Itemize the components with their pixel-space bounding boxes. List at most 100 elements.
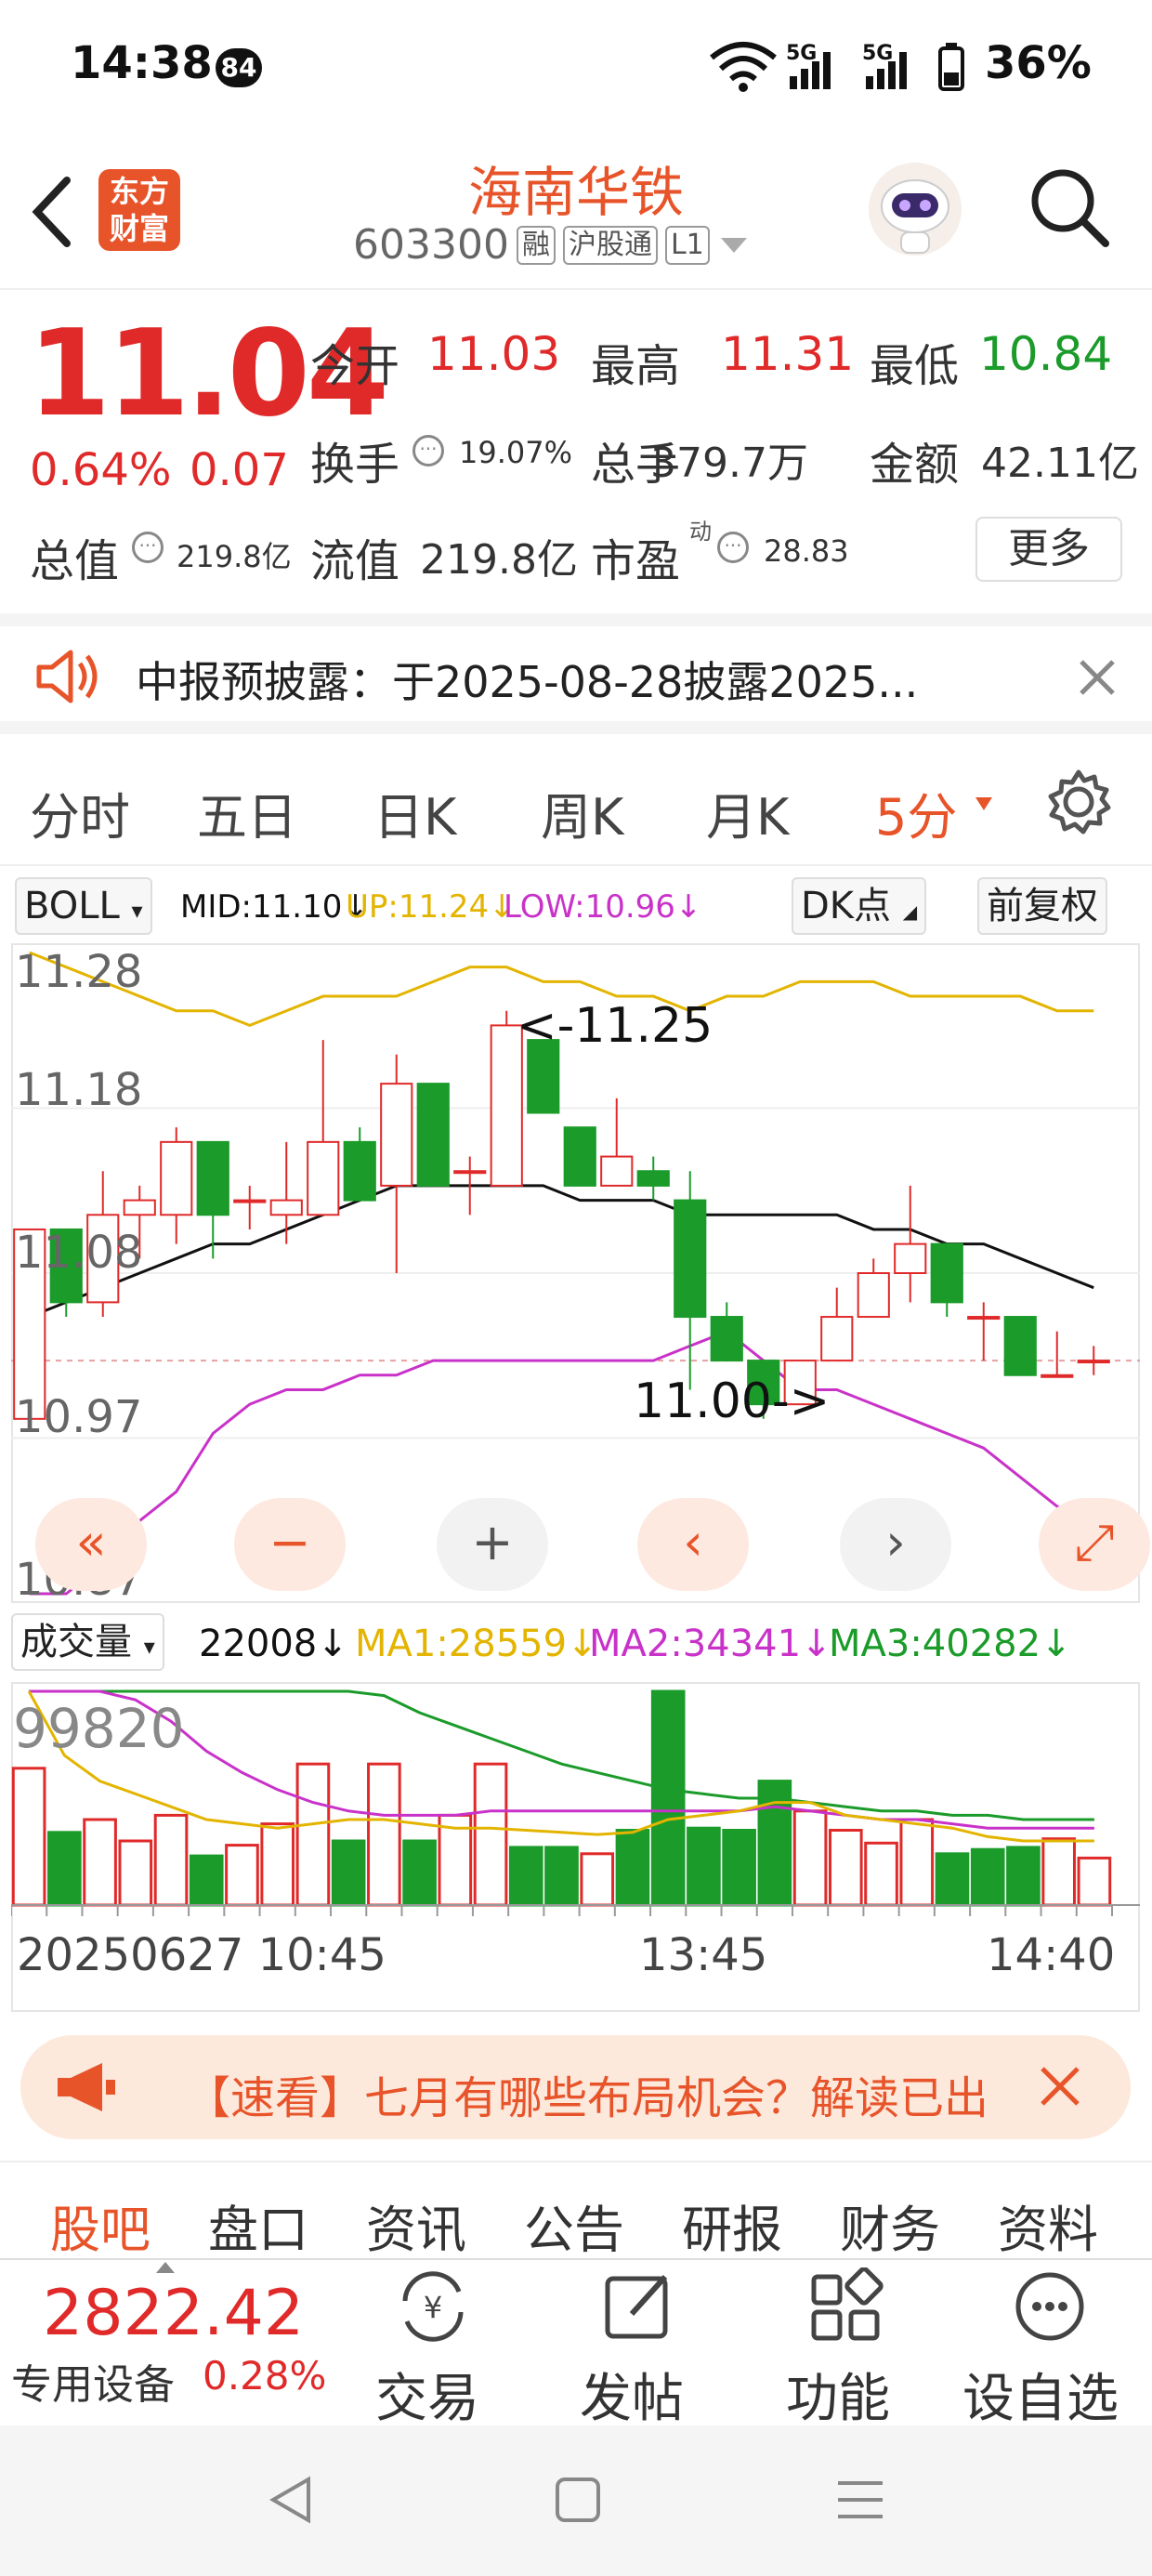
tab-intraday[interactable]: 分时 [30,776,130,849]
tab-forum[interactable]: 股吧 [50,2188,151,2262]
volume-ma3: MA3:40282↓ [829,1623,1072,1665]
close-icon[interactable] [1076,656,1119,699]
volume-bar [473,1762,508,1907]
scroll-left-fast-button[interactable]: « [35,1498,147,1591]
volume-bar [47,1831,82,1907]
y-tick-label: 11.08 [15,1227,143,1279]
indicator-select[interactable]: BOLL ▾ [15,877,152,935]
volume-bar [1041,1837,1076,1907]
candle-body [416,1083,450,1187]
stock-code-row[interactable]: 603300 融 沪股通 L1 [353,221,751,269]
more-button[interactable]: 更多 [975,517,1122,582]
volume-bar [295,1762,331,1907]
action-add-watchlist[interactable]: 设自选 [962,2357,1119,2432]
info-icon[interactable]: ··· [717,532,749,563]
adjust-button[interactable]: 前复权 [977,877,1107,935]
volume-bar [1006,1846,1041,1907]
tab-5min[interactable]: 5分 [875,776,957,849]
volume-bar [935,1852,970,1907]
tab-weekly-k[interactable]: 周K [541,776,623,849]
candle-body [967,1316,1001,1321]
volume-bar [189,1854,224,1907]
candle-body [1077,1360,1110,1364]
candle-body [857,1272,890,1319]
tab-finance[interactable]: 财务 [840,2188,940,2262]
volume-bar [402,1839,437,1907]
tab-news[interactable]: 资讯 [366,2188,466,2262]
tab-research[interactable]: 研报 [682,2188,782,2262]
more-options-icon[interactable] [1011,2267,1089,2346]
volume-bar [260,1822,295,1907]
status-time: 14:38 [71,37,213,89]
candle-body [820,1316,854,1362]
volume-ma1-line [27,1690,1094,1843]
nav-back-icon[interactable] [264,2472,320,2528]
gear-icon[interactable] [1044,768,1113,836]
action-post[interactable]: 发帖 [580,2357,684,2432]
post-icon[interactable] [600,2267,678,2346]
candle-body [453,1170,487,1175]
scroll-right-button[interactable]: › [840,1498,951,1591]
low-annotation: 11.00-> [634,1373,831,1429]
functions-icon[interactable] [806,2267,884,2346]
action-trade[interactable]: 交易 [375,2357,479,2432]
search-icon[interactable] [1026,164,1115,253]
high-label: 最高 [591,340,681,392]
notice-text[interactable]: 中报预披露：于2025-08-28披露2025... [136,649,918,710]
stock-code: 603300 [353,221,509,269]
candle [196,1140,229,1259]
margin-tag: 融 [516,225,556,265]
trade-icon[interactable]: ¥ [394,2267,472,2346]
change-abs: 0.07 [190,444,289,496]
time-start-label: 20250627 10:45 [17,1929,386,1981]
candle [967,1302,1001,1361]
tab-five-day[interactable]: 五日 [197,776,297,849]
back-arrow-icon[interactable] [26,175,82,249]
mcap-label: 总值 [30,535,120,587]
candle-body [269,1199,303,1216]
action-functions[interactable]: 功能 [786,2357,890,2432]
dropdown-caret-icon [975,797,992,810]
volume-ma2: MA2:34341↓ [589,1623,832,1665]
candle-body [563,1126,596,1187]
candle [160,1127,193,1244]
corner-triangle-icon: ◢ [902,900,918,923]
tab-announcements[interactable]: 公告 [524,2188,624,2262]
tab-daily-k[interactable]: 日K [373,776,456,849]
open-value: 11.03 [427,327,561,381]
volume-bar [828,1829,863,1907]
nav-home-icon[interactable] [550,2472,606,2528]
info-icon[interactable]: ··· [412,435,444,467]
volume-ma2-line [29,1689,1094,1830]
y-tick-label: 11.18 [15,1064,143,1116]
indicator-name: BOLL [24,885,120,927]
zoom-out-button[interactable]: − [234,1498,346,1591]
volume-max-label: 99820 [13,1697,185,1760]
volume-bar [1077,1856,1112,1907]
volume-indicator-select[interactable]: 成交量 ▾ [11,1613,164,1671]
nav-menu-icon[interactable] [832,2472,888,2528]
tab-monthly-k[interactable]: 月K [706,776,789,849]
candle-body [600,1155,634,1187]
tab-profile[interactable]: 资料 [998,2188,1098,2262]
volume-label: 成交量 [20,1621,132,1663]
close-icon[interactable] [1037,2063,1083,2109]
info-icon[interactable]: ··· [132,532,164,563]
fullscreen-button[interactable]: ⤢ [1039,1498,1150,1591]
y-tick-label: 11.28 [15,946,143,998]
robot-assistant-icon[interactable] [864,158,966,260]
dk-button[interactable]: DK点 ◢ [792,877,927,935]
candle-body [894,1242,927,1274]
volume-bar [225,1844,259,1907]
index-value[interactable]: 2822.42 [43,2277,304,2350]
volume-bar [544,1846,579,1907]
caret-up-icon [156,2262,175,2273]
time-mid-label: 13:45 [639,1929,768,1981]
scroll-left-button[interactable]: ‹ [637,1498,749,1591]
candle-body [123,1199,156,1216]
tab-orderbook[interactable]: 盘口 [208,2188,308,2262]
zoom-in-button[interactable]: + [437,1498,548,1591]
promo-text[interactable]: 【速看】七月有哪些布局机会？解读已出 [186,2061,1022,2126]
pe-label: 市盈 [591,535,681,587]
low-label: 最低 [870,340,960,392]
